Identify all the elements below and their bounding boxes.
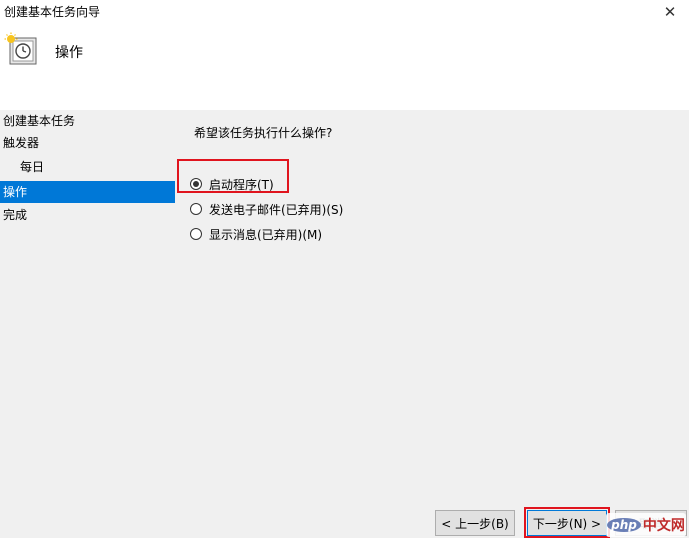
window-title: 创建基本任务向导 [4, 5, 101, 19]
radio-unchecked-icon[interactable] [190, 203, 202, 215]
watermark-logo: php [607, 518, 641, 532]
radio-start-program[interactable]: 启动程序(T) [190, 174, 274, 194]
action-question: 希望该任务执行什么操作? [194, 126, 333, 140]
task-clock-icon [4, 32, 37, 65]
next-button[interactable]: 下一步(N) > [527, 510, 607, 536]
step-finish[interactable]: 完成 [0, 204, 175, 226]
site-watermark: php 中文网 [606, 513, 686, 537]
radio-display-message[interactable]: 显示消息(已弃用)(M) [190, 224, 322, 244]
radio-checked-icon[interactable] [190, 178, 202, 190]
step-daily[interactable]: 每日 [0, 156, 175, 178]
radio-label: 显示消息(已弃用)(M) [209, 227, 323, 242]
step-action[interactable]: 操作 [0, 181, 175, 203]
radio-label: 启动程序(T) [209, 177, 274, 192]
step-create-basic-task[interactable]: 创建基本任务 [0, 110, 175, 132]
radio-send-email[interactable]: 发送电子邮件(已弃用)(S) [190, 199, 343, 219]
title-bar: 创建基本任务向导 ✕ [0, 0, 689, 24]
back-button[interactable]: < 上一步(B) [435, 510, 515, 536]
radio-unchecked-icon[interactable] [190, 228, 202, 240]
watermark-text: 中文网 [642, 518, 685, 534]
wizard-header: 操作 [0, 24, 689, 110]
page-heading: 操作 [55, 45, 83, 61]
radio-label: 发送电子邮件(已弃用)(S) [209, 202, 344, 217]
close-icon[interactable]: ✕ [651, 0, 689, 24]
step-trigger[interactable]: 触发器 [0, 132, 175, 154]
